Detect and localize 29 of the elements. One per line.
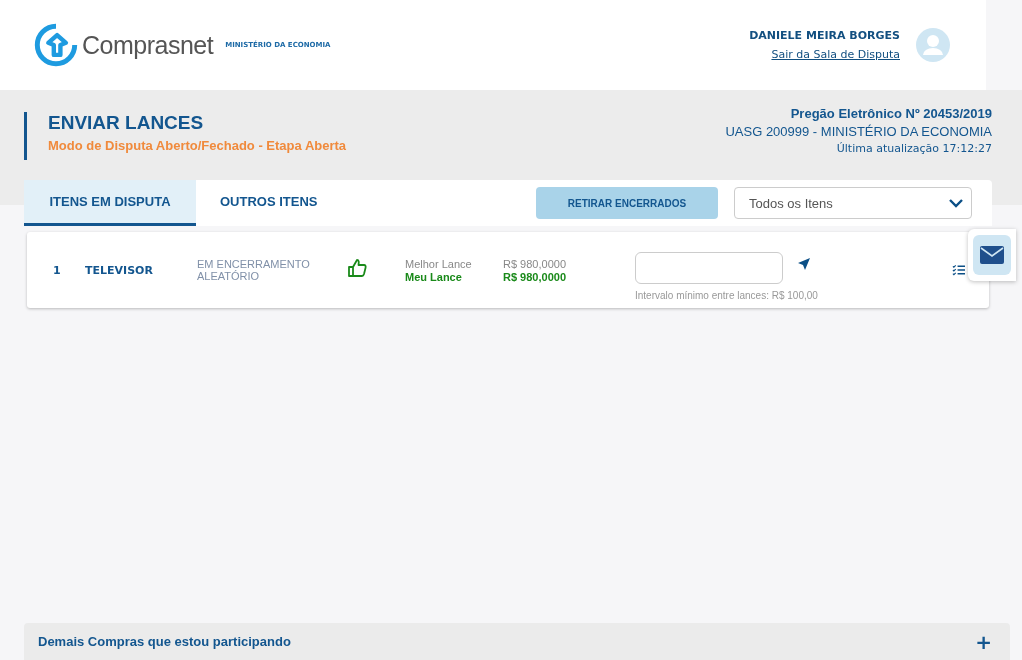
- send-icon[interactable]: [797, 256, 811, 271]
- minimum-interval-text: Intervalo mínimo entre lances: R$ 100,00: [635, 289, 818, 301]
- my-bid-label: Meu Lance: [405, 270, 463, 283]
- remove-closed-button[interactable]: RETIRAR ENCERRADOS: [536, 187, 718, 219]
- other-purchases-bar[interactable]: Demais Compras que estou participando +: [24, 623, 1010, 660]
- expand-toggle[interactable]: +: [975, 629, 992, 654]
- last-update: Última atualização 17:12:27: [836, 142, 992, 155]
- best-bid-label: Melhor Lance: [405, 257, 473, 270]
- page-subtitle: Modo de Disputa Aberto/Fechado - Etapa Aberta: [48, 138, 347, 153]
- tab[interactable]: ITENS EM DISPUTA: [24, 180, 196, 226]
- uasg-label: UASG 200999 - MINISTÉRIO DA ECONOMIA: [725, 124, 992, 139]
- my-bid-value: R$ 980,0000: [503, 270, 567, 283]
- item-status: EM ENCERRAMENTO ALEATÓRIO: [197, 258, 311, 282]
- filter-dropdown[interactable]: Todos os Itens: [734, 187, 972, 219]
- process-number: Pregão Eletrônico Nº 20453/2019: [790, 106, 992, 121]
- envelope-icon: [973, 235, 1011, 275]
- message-button[interactable]: [968, 229, 1016, 281]
- best-bid-value: R$ 980,0000: [503, 257, 567, 270]
- chevron-down-icon: [949, 198, 963, 208]
- logo-text: Comprasnet: [82, 30, 214, 60]
- item-number: 1: [53, 263, 62, 277]
- item-name: TELEVISOR: [85, 263, 154, 277]
- bid-input[interactable]: [635, 251, 783, 284]
- logo-icon: [34, 23, 78, 67]
- other-purchases-label: Demais Compras que estou participando: [38, 634, 291, 649]
- page-title: ENVIAR LANCES: [48, 112, 205, 134]
- user-name: DANIELE MEIRA BORGES: [749, 29, 900, 42]
- logout-link[interactable]: Sair da Sala de Disputa: [771, 48, 900, 61]
- checklist-icon[interactable]: [952, 264, 965, 276]
